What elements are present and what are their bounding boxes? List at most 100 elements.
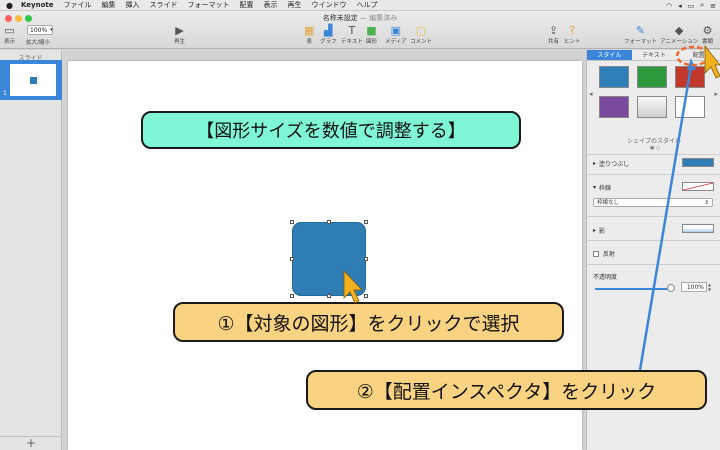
divider [587,264,720,265]
gear-icon: ⚙ [702,23,713,37]
border-color-well[interactable] [682,182,714,191]
shape-icon: ■ [366,23,377,37]
no-color-slash-icon [683,183,713,190]
table-button[interactable]: ▦ 表 [304,23,314,46]
chevron-down-icon: ▾ [50,27,53,33]
style-swatch[interactable] [675,96,705,118]
opacity-row: 不透明度 [593,272,617,281]
play-button[interactable]: ▶ 再生 [174,23,185,46]
style-swatch[interactable] [637,66,667,88]
animation-button[interactable]: ◆ アニメーション [660,23,698,46]
menu-help[interactable]: ヘルプ [356,0,377,10]
format-button[interactable]: ✎ フォーマット [624,23,658,46]
search-icon[interactable]: ⌕ [700,1,704,10]
style-swatch[interactable] [599,66,629,88]
shape-button[interactable]: ■ 図形 [366,23,377,46]
resize-handle[interactable] [364,220,368,224]
chevron-right-icon[interactable]: ▸ [714,90,718,98]
border-row[interactable]: ▾ 枠線 [593,183,611,192]
menu-format[interactable]: フォーマット [187,0,229,10]
comment-button[interactable]: ▢ コメント [410,23,432,46]
tab-arrange[interactable]: 配置 [676,50,720,60]
callout-step-1: ①【対象の図形】をクリックで選択 [173,302,564,342]
view-button[interactable]: ▭ 表示 [4,23,16,46]
shape-style-swatches [599,66,711,118]
opacity-slider-track[interactable] [595,288,671,290]
tab-style[interactable]: スタイル [587,50,632,60]
wifi-icon[interactable]: ◠ [666,2,672,10]
inspector-tabs: スタイル テキスト 配置 [587,50,720,61]
menu-insert[interactable]: 挿入 [125,0,139,10]
border-select-value: 枠線なし [597,200,620,206]
add-slide-button[interactable]: + [0,436,62,450]
document-name[interactable]: 名称未設定 [323,14,358,22]
media-icon: ▣ [390,23,402,37]
tab-text[interactable]: テキスト [632,50,677,60]
menu-bar: ● Keynote ファイル 編集 挿入 スライド フォーマット 配置 表示 再… [0,0,720,11]
fill-label: 塗りつぶし [599,161,630,168]
style-swatch[interactable] [599,96,629,118]
opacity-slider-knob[interactable] [667,284,675,292]
divider [587,216,720,217]
style-swatch[interactable] [675,66,705,88]
resize-handle[interactable] [290,220,294,224]
zoom-value: 100% [30,26,48,34]
menu-play[interactable]: 再生 [287,0,301,10]
chevron-left-icon[interactable]: ◂ [589,90,593,98]
opacity-input[interactable]: 100% [681,282,707,292]
list-icon[interactable]: ≡ [710,2,716,10]
shadow-row[interactable]: ▸ 影 [593,226,605,235]
resize-handle[interactable] [364,257,368,261]
thumbnail-shape [29,76,37,84]
fill-color-well[interactable] [682,158,714,167]
resize-handle[interactable] [290,257,294,261]
table-label: 表 [306,39,312,45]
chart-label: グラフ [320,39,337,45]
disclosure-triangle-icon: ▾ [593,184,597,191]
page-dots: ● ○ [650,145,661,151]
style-swatch[interactable] [637,96,667,118]
resize-handle[interactable] [364,294,368,298]
apple-icon[interactable]: ● [6,1,13,10]
border-style-select[interactable]: 枠線なし ⇕ [593,198,713,207]
menu-arrange[interactable]: 配置 [239,0,253,10]
zoom-select[interactable]: 100% ▾ [27,25,53,35]
menu-slide[interactable]: スライド [149,0,177,10]
document-title: 名称未設定 — 編集済み [0,13,720,23]
slide-thumbnail[interactable] [8,62,58,98]
text-button[interactable]: T テキスト [341,23,363,46]
format-label: フォーマット [624,39,658,45]
text-icon: T [348,23,356,37]
shadow-preview[interactable] [682,224,714,233]
play-icon: ▶ [175,23,184,37]
document-button[interactable]: ⚙ 書類 [702,23,713,46]
chart-button[interactable]: ▟ グラフ [320,23,337,46]
media-button[interactable]: ▣ メディア [385,23,407,46]
tips-icon: ? [569,23,576,37]
reflection-checkbox[interactable] [593,250,599,257]
share-label: 共有 [548,39,560,45]
menu-app-name[interactable]: Keynote [21,1,54,9]
fill-row[interactable]: ▸ 塗りつぶし [593,159,629,168]
share-button[interactable]: ⇪ 共有 [548,23,560,46]
opacity-stepper[interactable]: ▲ ▼ [708,282,714,292]
menu-edit[interactable]: 編集 [101,0,115,10]
view-label: 表示 [4,39,16,45]
callout-step-2: ②【配置インスペクタ】をクリック [306,370,707,410]
menu-view[interactable]: 表示 [263,0,277,10]
toolbar: 名称未設定 — 編集済み ▭ 表示 100% ▾ 拡大/縮小 ▶ 再生 ▦ 表 … [0,11,720,49]
document-status: — 編集済み [360,14,398,22]
volume-icon[interactable]: ◂ [678,2,682,10]
rounded-square-shape[interactable] [292,222,366,296]
battery-icon[interactable]: ▭ [688,2,695,10]
resize-handle[interactable] [290,294,294,298]
resize-handle[interactable] [327,220,331,224]
shadow-label: 影 [599,228,606,235]
menu-window[interactable]: ウインドウ [311,0,346,10]
reflection-row[interactable]: 反射 [593,249,615,258]
disclosure-triangle-icon: ▸ [593,160,597,167]
shape-style-label: シェイプのスタイル [626,138,681,145]
resize-handle[interactable] [327,294,331,298]
menu-file[interactable]: ファイル [63,0,91,10]
tips-button[interactable]: ? ヒント [564,23,581,46]
